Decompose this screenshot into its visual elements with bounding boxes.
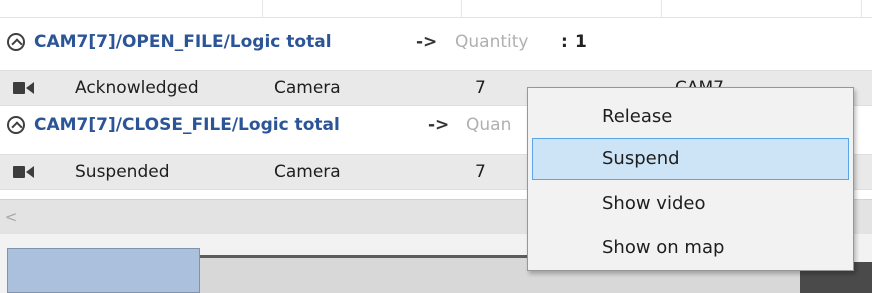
state-cell: Acknowledged xyxy=(75,78,199,98)
collapse-chevron-icon[interactable] xyxy=(7,33,25,51)
scroll-left-icon[interactable]: < xyxy=(4,208,18,226)
column-divider[interactable] xyxy=(661,0,662,17)
context-menu: Release Suspend Show video Show on map xyxy=(527,87,854,271)
video-camera-icon xyxy=(13,166,34,178)
quantity-label: Quan xyxy=(466,115,512,135)
group-arrow: -> xyxy=(428,115,450,135)
id-cell: 7 xyxy=(475,162,486,182)
id-cell: 7 xyxy=(475,78,486,98)
collapse-chevron-icon[interactable] xyxy=(7,116,25,134)
quantity-separator: : xyxy=(561,32,568,52)
menu-item-suspend[interactable]: Suspend xyxy=(532,138,849,180)
menu-item-release[interactable]: Release xyxy=(532,96,849,138)
group-arrow: -> xyxy=(416,32,438,52)
menu-item-show-on-map[interactable]: Show on map xyxy=(532,227,849,269)
group-title: CAM7[7]/CLOSE_FILE/Logic total xyxy=(34,115,340,135)
video-camera-icon xyxy=(13,82,34,94)
quantity-value: 1 xyxy=(575,32,587,52)
group-header-open-file[interactable]: CAM7[7]/OPEN_FILE/Logic total -> Quantit… xyxy=(0,25,872,59)
preview-tile[interactable] xyxy=(7,248,200,293)
state-cell: Suspended xyxy=(75,162,170,182)
column-header-strip xyxy=(0,0,872,18)
column-divider[interactable] xyxy=(262,0,263,17)
group-title: CAM7[7]/OPEN_FILE/Logic total xyxy=(34,32,332,52)
type-cell: Camera xyxy=(274,78,341,98)
quantity-label: Quantity xyxy=(455,32,529,52)
column-divider[interactable] xyxy=(861,0,862,17)
type-cell: Camera xyxy=(274,162,341,182)
menu-item-show-video[interactable]: Show video xyxy=(532,183,849,225)
column-divider[interactable] xyxy=(461,0,462,17)
